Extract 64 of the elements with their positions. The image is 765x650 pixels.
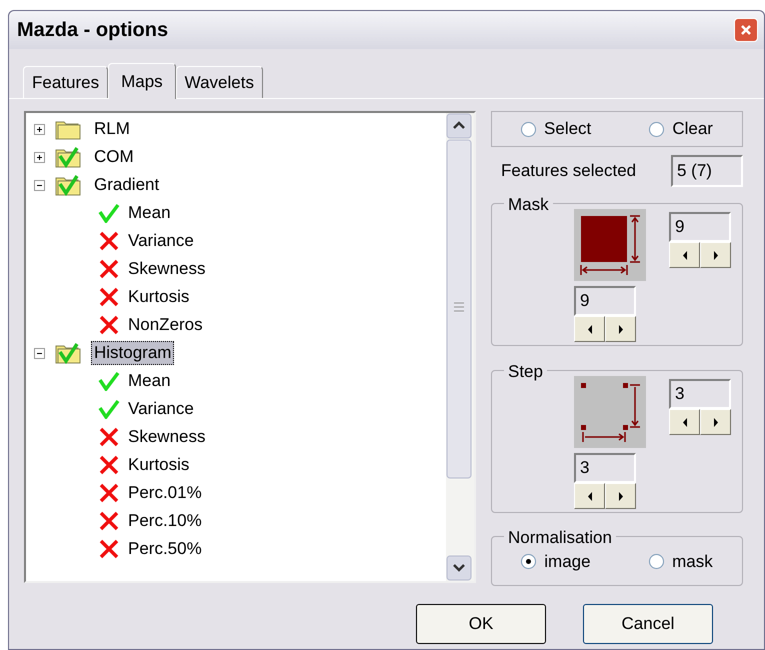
right-arrow-icon [712,250,718,260]
increase-button[interactable] [700,242,731,268]
field-label: Features selected [501,160,636,182]
radio-button[interactable] [649,122,664,136]
left-arrow-icon [586,324,592,334]
dialog-button[interactable]: OK [416,604,546,644]
mask-height-field[interactable]: 9 [669,212,731,242]
window-title: Mazda - options [17,18,168,43]
left-arrow-icon [586,492,592,500]
tree-item[interactable]: Mean [128,200,171,226]
tab[interactable]: Features [23,66,108,98]
tree-item[interactable]: Gradient [91,174,162,196]
tree-item[interactable]: Skewness [128,424,206,450]
right-arrow-icon [618,492,624,500]
radio-label[interactable]: mask [672,549,713,574]
decrease-button[interactable] [574,483,605,509]
increase-button[interactable] [700,409,731,435]
tree-item[interactable]: NonZeros [128,312,203,338]
increase-button[interactable] [605,483,636,509]
collapse-icon[interactable] [34,348,45,358]
radio-label[interactable]: image [544,549,591,574]
tree-item[interactable]: Kurtosis [128,452,190,478]
step-size-drawing [574,376,646,448]
scroll-up-icon[interactable] [446,113,472,139]
tree-item[interactable]: Histogram [91,341,174,365]
tree-item[interactable]: Perc.01% [128,480,202,506]
step-vertical-field[interactable]: 3 [669,379,731,409]
close-icon [740,24,752,36]
dialog-button[interactable]: Cancel [583,604,713,644]
decrease-button[interactable] [669,409,700,435]
decrease-button[interactable] [669,242,700,268]
mask-width-field[interactable]: 9 [574,286,636,316]
tree-item[interactable]: RLM [91,118,133,140]
radio-button[interactable] [521,554,536,570]
increase-button[interactable] [605,316,636,342]
left-arrow-icon [682,418,688,426]
radio-label[interactable]: Select [544,116,592,142]
features-selected-field[interactable]: 5 (7) [671,155,743,187]
tree-item[interactable]: COM [91,146,137,168]
radio-button[interactable] [649,554,664,570]
right-arrow-icon [712,418,718,426]
tree-item[interactable]: Variance [128,228,194,254]
right-arrow-icon [618,324,624,334]
close-button[interactable] [734,18,758,42]
scroll-thumb-icon[interactable] [446,139,472,479]
expand-icon[interactable] [34,152,45,162]
mask-size-drawing [574,209,646,281]
tree-item[interactable]: Perc.10% [128,508,202,534]
tree-item[interactable]: Perc.50% [128,536,202,562]
expand-icon[interactable] [34,124,45,134]
tab[interactable]: Wavelets [176,66,263,98]
scroll-down-icon[interactable] [446,555,472,581]
tree-item[interactable]: Mean [128,368,171,394]
decrease-button[interactable] [574,316,605,342]
step-horizontal-field[interactable]: 3 [574,453,636,483]
tree-item[interactable]: Kurtosis [128,284,190,310]
radio-button[interactable] [521,122,536,136]
scrollbar[interactable] [446,113,474,581]
radio-label[interactable]: Clear [672,116,713,142]
tree-item[interactable]: Variance [128,396,194,422]
tree-item[interactable]: Skewness [128,256,206,282]
tab[interactable]: Maps [108,63,176,99]
left-arrow-icon [682,250,688,260]
collapse-icon[interactable] [34,180,45,190]
